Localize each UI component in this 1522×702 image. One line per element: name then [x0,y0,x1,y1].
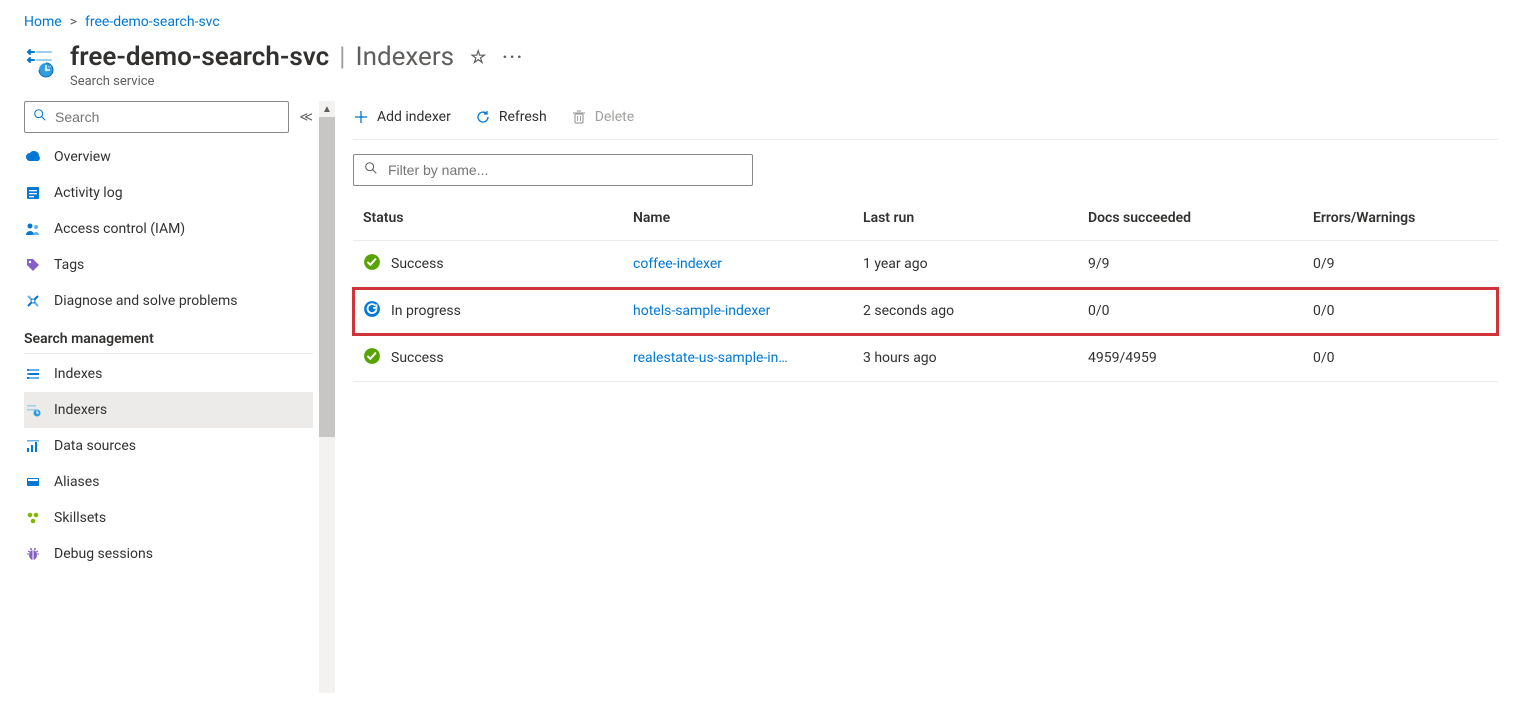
sidebar-section-search-management: Search management [24,319,313,354]
filter-input[interactable] [388,162,742,178]
errors-cell: 0/0 [1303,335,1498,382]
sidebar-item-access-control[interactable]: Access control (IAM) [24,211,313,247]
sidebar-item-label: Overview [54,149,111,165]
sidebar-item-aliases[interactable]: Aliases [24,464,313,500]
sidebar-search-input[interactable] [55,109,280,125]
success-icon [363,347,381,369]
status-text: Success [391,350,444,366]
sidebar-item-label: Indexers [54,402,107,418]
scrollbar-thumb[interactable] [319,117,335,437]
sidebar-item-label: Diagnose and solve problems [54,293,237,309]
collapse-sidebar-icon[interactable]: ≪ [299,110,313,125]
sidebar-item-data-sources[interactable]: Data sources [24,428,313,464]
breadcrumb-separator: > [70,14,77,30]
status-text: Success [391,256,444,272]
indexer-name-link[interactable]: hotels-sample-indexer [633,303,770,319]
sidebar-item-tags[interactable]: Tags [24,247,313,283]
sidebar-item-label: Aliases [54,474,99,490]
indexer-name-link[interactable]: coffee-indexer [633,256,722,272]
sidebar-item-indexers[interactable]: Indexers [24,392,313,428]
sidebar-search[interactable] [24,101,289,133]
indexer-name-link[interactable]: realestate-us-sample-in… [633,350,788,366]
docs-cell: 4959/4959 [1078,335,1303,382]
table-row[interactable]: Success coffee-indexer 1 year ago9/90/9 [353,241,1498,288]
resource-name: free-demo-search-svc [70,42,329,72]
data-sources-icon [24,438,42,454]
delete-button: Delete [571,109,634,125]
people-icon [24,221,42,237]
indexes-icon [24,366,42,382]
sidebar-item-label: Access control (IAM) [54,221,185,237]
col-status[interactable]: Status [353,196,623,241]
sidebar-item-indexes[interactable]: Indexes [24,356,313,392]
docs-cell: 9/9 [1078,241,1303,288]
scroll-up-icon[interactable]: ▲ [319,101,335,117]
table-row[interactable]: In progress hotels-sample-indexer 2 second… [353,288,1498,335]
favorite-star-icon[interactable]: ☆ [470,47,486,68]
col-last-run[interactable]: Last run [853,196,1078,241]
sidebar-item-skillsets[interactable]: Skillsets [24,500,313,536]
sidebar-scrollbar[interactable]: ▲ [319,101,335,693]
status-text: In progress [391,303,461,319]
breadcrumb: Home > free-demo-search-svc [0,0,1522,38]
col-errors[interactable]: Errors/Warnings [1303,196,1498,241]
in-progress-icon [363,300,381,322]
sidebar-item-label: Indexes [54,366,102,382]
refresh-icon [475,109,491,125]
sidebar-item-label: Activity log [54,185,123,201]
last-run-cell: 1 year ago [853,241,1078,288]
aliases-icon [24,474,42,490]
sidebar-item-overview[interactable]: Overview [24,139,313,175]
sidebar-item-label: Skillsets [54,510,106,526]
log-icon [24,185,42,201]
more-menu-icon[interactable]: ··· [502,47,524,68]
sidebar-item-diagnose[interactable]: Diagnose and solve problems [24,283,313,319]
page-header: free-demo-search-svc | Indexers ☆ ··· Se… [0,38,1522,101]
col-name[interactable]: Name [623,196,853,241]
errors-cell: 0/0 [1303,288,1498,335]
add-indexer-button[interactable]: Add indexer [353,109,451,125]
sidebar-item-debug-sessions[interactable]: Debug sessions [24,536,313,572]
search-icon [33,108,47,126]
breadcrumb-home[interactable]: Home [24,14,62,30]
diagnose-icon [24,293,42,309]
skillsets-icon [24,510,42,526]
refresh-button[interactable]: Refresh [475,109,547,125]
success-icon [363,253,381,275]
last-run-cell: 3 hours ago [853,335,1078,382]
trash-icon [571,109,587,125]
tag-icon [24,257,42,273]
docs-cell: 0/0 [1078,288,1303,335]
filter-input-wrapper[interactable] [353,154,753,186]
sidebar-item-activity-log[interactable]: Activity log [24,175,313,211]
sidebar-item-label: Data sources [54,438,136,454]
plus-icon [353,109,369,125]
table-row[interactable]: Success realestate-us-sample-in… 3 hours a… [353,335,1498,382]
col-docs[interactable]: Docs succeeded [1078,196,1303,241]
sidebar-item-label: Tags [54,257,84,273]
indexers-table: Status Name Last run Docs succeeded Erro… [353,196,1498,382]
main-content: Add indexer Refresh Delete Stat [335,101,1522,693]
resource-type-label: Search service [70,74,524,89]
search-icon [364,161,378,179]
breadcrumb-current[interactable]: free-demo-search-svc [85,14,220,30]
indexers-icon [24,402,42,418]
sidebar: ≪ Overview Activity log Access control (… [0,101,335,693]
errors-cell: 0/9 [1303,241,1498,288]
section-name: Indexers [356,42,455,72]
page-title: free-demo-search-svc | Indexers ☆ ··· [70,42,524,72]
cloud-icon [24,149,42,165]
last-run-cell: 2 seconds ago [853,288,1078,335]
sidebar-item-label: Debug sessions [54,546,153,562]
indexers-resource-icon [24,42,56,82]
bug-icon [24,546,42,562]
toolbar: Add indexer Refresh Delete [353,101,1498,140]
